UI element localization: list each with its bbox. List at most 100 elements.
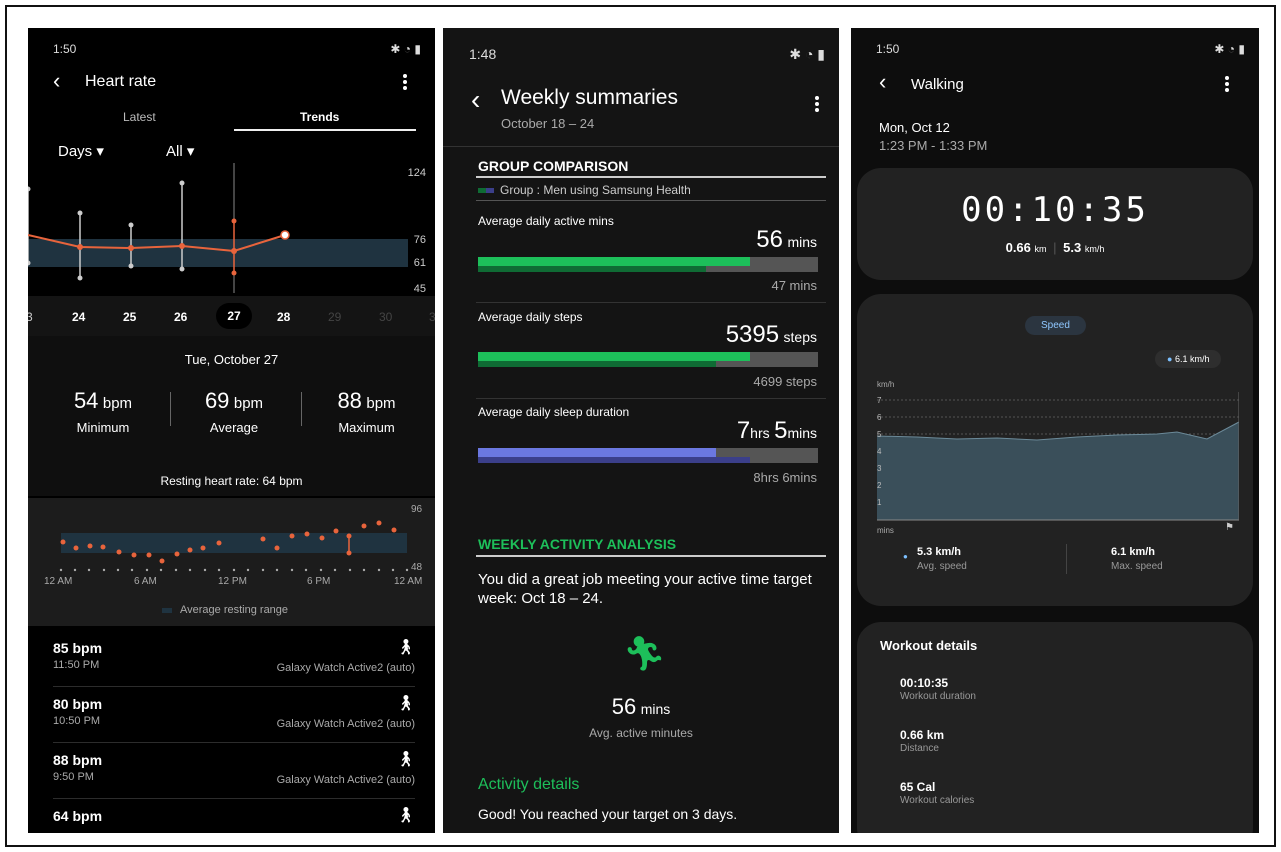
max-speed-label: Max. speed (1111, 561, 1163, 572)
y-tick: 76 (413, 234, 426, 246)
rest-x-tick: 6 AM (134, 576, 157, 587)
speed-card: Speed ● 6.1 km/h km/h 7 6 5 4 3 2 1 mins… (857, 294, 1253, 606)
status-icons: ✱ ◔ ▮ (789, 46, 825, 62)
divider (476, 398, 826, 399)
more-options-icon[interactable] (815, 96, 819, 114)
period-label: Days (58, 143, 93, 160)
max-value: 88 (337, 388, 362, 413)
type-dropdown[interactable]: All ▾ (166, 142, 194, 160)
date-item[interactable]: 30 (379, 310, 392, 324)
period-dropdown[interactable]: Days ▾ (58, 142, 104, 160)
distance-value: 0.66 (1005, 240, 1031, 255)
workout-duration: 00:10:35 (961, 190, 1149, 230)
reading-row[interactable]: 64 bpm 🚶︎ (53, 800, 415, 833)
avg-speed-label: Avg. speed (917, 561, 967, 572)
tab-latest[interactable]: Latest (123, 110, 156, 124)
y-ticks: 7 6 5 4 3 2 1 (877, 392, 887, 511)
avg-stat: 69 bpm Average (173, 388, 295, 435)
duration-card: 00:10:35 0.66 km | 5.3 km/h (857, 168, 1253, 280)
status-time: 1:50 (876, 42, 900, 56)
reading-value: 85 bpm (53, 640, 103, 656)
status-bar: 1:50 ✱ ◔ ▮ (876, 42, 1245, 58)
date-item[interactable]: 24 (72, 310, 85, 324)
speed-chip[interactable]: Speed (1025, 316, 1086, 335)
detail-label: Workout calories (900, 795, 975, 806)
rest-y-tick: 48 (411, 562, 423, 573)
y-tick: 2 (877, 481, 882, 490)
y-tick: 5 (877, 430, 882, 439)
speed-area (877, 422, 1239, 520)
metric-number: 7 (736, 417, 751, 444)
distance-speed: 0.66 km | 5.3 km/h (1005, 240, 1105, 255)
speed-chart (877, 392, 1239, 521)
avg-active-label: Avg. active minutes (589, 726, 693, 740)
walking-person-icon: 🚶︎ (395, 639, 415, 656)
divider (301, 392, 302, 426)
more-options-icon[interactable] (403, 74, 407, 92)
date-item[interactable]: 28 (277, 310, 290, 324)
date-item[interactable]: 3 (429, 310, 435, 324)
date-item[interactable]: 29 (328, 310, 341, 324)
walking-person-icon: 🚶︎ (395, 695, 415, 712)
page-title: Walking (911, 76, 964, 93)
detail-value: 00:10:35 (900, 676, 949, 690)
chevron-down-icon: ▾ (186, 143, 195, 160)
hour-ticks (59, 568, 409, 572)
metric-unit: hrs (750, 425, 770, 441)
max-stat: 88 bpm Maximum (304, 388, 429, 435)
divider (170, 392, 171, 426)
dot-icon: ● (903, 552, 908, 561)
date-item-selected[interactable]: 27 (216, 303, 252, 329)
metric-value: 56 mins (756, 226, 817, 254)
status-bar: 1:48 ✱ ◔ ▮ (469, 46, 825, 62)
workout-time-range: 1:23 PM - 1:33 PM (879, 138, 988, 153)
y-unit: km/h (877, 380, 895, 389)
speed-unit: km/h (1084, 244, 1105, 254)
back-icon[interactable]: ‹ (879, 71, 886, 93)
more-options-icon[interactable] (1225, 76, 1229, 94)
unit: bpm (102, 395, 133, 412)
unit: bpm (233, 395, 264, 412)
metric-unit: mins (787, 425, 817, 441)
y-tick: 3 (877, 464, 882, 473)
resting-heart-rate: Resting heart rate: 64 bpm (160, 474, 303, 488)
back-icon[interactable]: ‹ (471, 86, 480, 114)
person-icon: 🚶︎ (395, 807, 415, 824)
page-title: Weekly summaries (501, 86, 678, 109)
reading-row[interactable]: 80 bpm 10:50 PM 🚶︎ Galaxy Watch Active2 … (53, 688, 415, 743)
workout-date: Mon, Oct 12 (879, 120, 950, 135)
reading-value: 80 bpm (53, 696, 103, 712)
metric-value: 5395 steps (726, 321, 817, 349)
rest-x-tick: 12 PM (218, 576, 247, 587)
reading-row[interactable]: 85 bpm 11:50 PM 🚶︎ Galaxy Watch Active2 … (53, 632, 415, 687)
avg-active-value: 56 (611, 694, 637, 719)
detail-value: 0.66 km (900, 728, 945, 742)
group-legend: Group : Men using Samsung Health (478, 183, 691, 197)
avg-active: 56 mins (443, 694, 839, 720)
y-tick: 7 (877, 396, 882, 405)
legend-swatch (486, 188, 494, 194)
status-icons: ✱ ◔ ▮ (390, 42, 421, 56)
group-value-bar (478, 361, 716, 367)
group-value: 4699 steps (753, 374, 817, 389)
legend-label: Average resting range (180, 604, 289, 616)
section-title: WEEKLY ACTIVITY ANALYSIS (478, 536, 677, 552)
reading-row[interactable]: 88 bpm 9:50 PM 🚶︎ Galaxy Watch Active2 (… (53, 744, 415, 799)
reading-device: Galaxy Watch Active2 (auto) (276, 662, 415, 674)
finish-flag-icon: ⚑ (1225, 522, 1234, 533)
date-item[interactable]: 3 (28, 310, 33, 324)
unit: bpm (366, 395, 396, 412)
metric-label: Average daily sleep duration (478, 405, 630, 419)
detail-value: 65 Cal (900, 780, 936, 794)
back-icon[interactable]: ‹ (53, 70, 60, 92)
tab-trends[interactable]: Trends (300, 110, 339, 124)
tab-indicator (234, 129, 416, 131)
status-time: 1:48 (469, 46, 497, 62)
speed-value: 5.3 (1063, 240, 1082, 255)
date-item[interactable]: 26 (174, 310, 187, 324)
min-value: 54 (73, 388, 99, 413)
date-item[interactable]: 25 (123, 310, 136, 324)
metric-label: Average daily steps (478, 310, 583, 324)
activity-details-title: Activity details (478, 776, 580, 793)
tooltip-value: 6.1 km/h (1174, 354, 1210, 364)
